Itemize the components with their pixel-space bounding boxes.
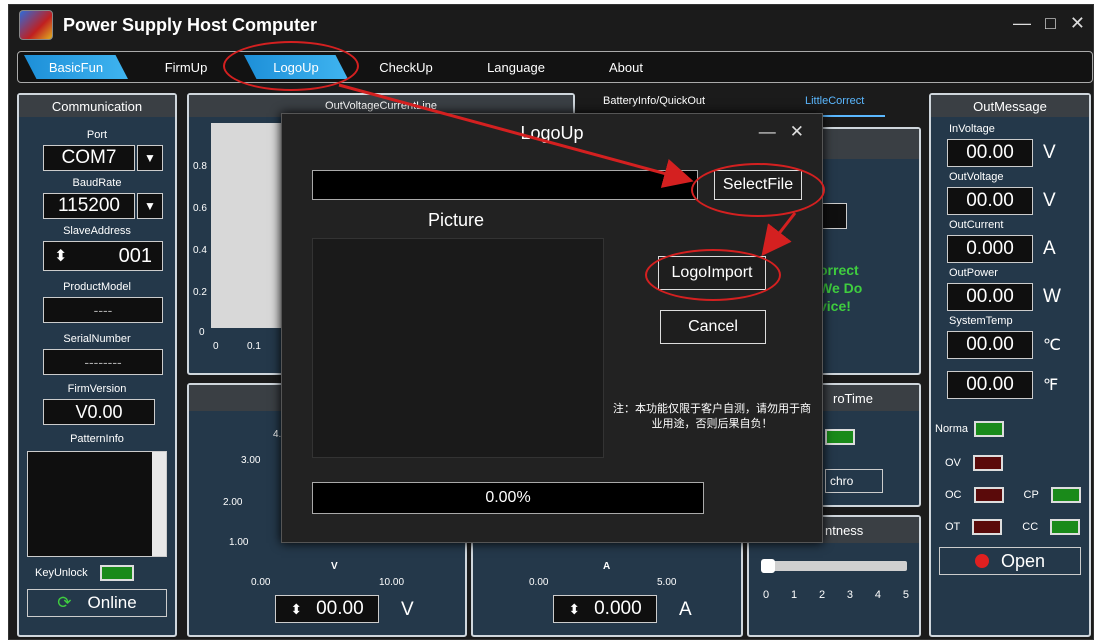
annotation-arrows bbox=[338, 83, 797, 257]
arrow-to-selectfile bbox=[338, 83, 694, 188]
arrow-to-logoimport bbox=[761, 212, 797, 257]
app-window: Power Supply Host Computer — □ ✕ BasicFu… bbox=[8, 4, 1094, 640]
